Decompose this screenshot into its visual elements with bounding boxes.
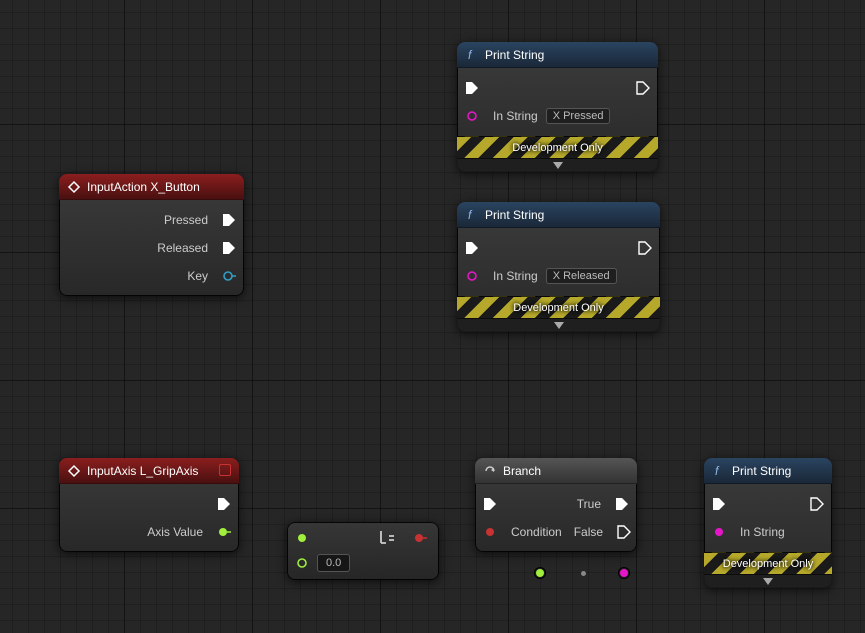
- node-print-string-2[interactable]: f Print String In String X Released Deve…: [457, 202, 660, 332]
- function-icon: f: [712, 464, 726, 478]
- exec-out-pin[interactable]: [222, 241, 236, 255]
- node-header[interactable]: f Print String: [457, 202, 660, 228]
- branch-icon: [483, 464, 497, 478]
- data-in-pin[interactable]: [295, 531, 309, 545]
- event-icon: [67, 464, 81, 478]
- node-print-string-3[interactable]: f Print String In String Development Onl…: [704, 458, 832, 588]
- node-header[interactable]: InputAction X_Button: [59, 174, 244, 200]
- pin-label-in-string: In String: [487, 109, 544, 123]
- pin-label-pressed: Pressed: [158, 213, 214, 227]
- exec-out-pin[interactable]: [638, 241, 652, 255]
- operator-icon: [379, 530, 395, 547]
- pin-label-true: True: [571, 497, 607, 511]
- event-icon: [67, 180, 81, 194]
- reroute-string[interactable]: [618, 567, 630, 579]
- exec-in-pin[interactable]: [465, 241, 479, 255]
- data-in-pin[interactable]: [295, 556, 309, 570]
- node-header[interactable]: f Print String: [704, 458, 832, 484]
- node-print-string-1[interactable]: f Print String In String X Pressed Devel…: [457, 42, 658, 172]
- data-out-pin[interactable]: [217, 525, 231, 539]
- data-out-pin[interactable]: [222, 269, 236, 283]
- node-title: Print String: [732, 464, 791, 478]
- data-in-pin[interactable]: [465, 269, 479, 283]
- exec-in-pin[interactable]: [712, 497, 726, 511]
- node-title: InputAction X_Button: [87, 180, 200, 194]
- node-header[interactable]: InputAxis L_GripAxis: [59, 458, 239, 484]
- in-string-input[interactable]: X Released: [546, 268, 617, 284]
- node-header[interactable]: Branch: [475, 458, 637, 484]
- dev-only-banner: Development Only: [457, 136, 658, 158]
- node-header[interactable]: f Print String: [457, 42, 658, 68]
- exec-out-pin[interactable]: [217, 497, 231, 511]
- dev-only-banner: Development Only: [704, 552, 832, 574]
- node-float-compare[interactable]: 0.0: [287, 522, 439, 580]
- delegate-pin[interactable]: [219, 464, 231, 476]
- exec-out-pin[interactable]: [636, 81, 650, 95]
- data-in-pin[interactable]: [712, 525, 726, 539]
- reroute-float[interactable]: [534, 567, 546, 579]
- node-title: Print String: [485, 48, 544, 62]
- expand-arrow[interactable]: [457, 318, 660, 332]
- pin-label-key: Key: [181, 269, 214, 283]
- function-icon: f: [465, 48, 479, 62]
- pin-label-false: False: [568, 525, 609, 539]
- conversion-dot: [577, 567, 589, 579]
- node-title: Print String: [485, 208, 544, 222]
- expand-arrow[interactable]: [457, 158, 658, 172]
- svg-text:f: f: [468, 208, 473, 222]
- expand-arrow[interactable]: [704, 574, 832, 588]
- data-in-pin[interactable]: [465, 109, 479, 123]
- node-branch[interactable]: Branch True Condition False: [475, 458, 637, 552]
- data-out-pin[interactable]: [413, 531, 427, 545]
- exec-out-pin[interactable]: [615, 497, 629, 511]
- svg-text:f: f: [715, 464, 720, 478]
- exec-out-pin[interactable]: [810, 497, 824, 511]
- pin-label-in-string: In String: [487, 269, 544, 283]
- node-input-action-x-button[interactable]: InputAction X_Button Pressed Released Ke…: [59, 174, 244, 296]
- dev-only-banner: Development Only: [457, 296, 660, 318]
- svg-text:f: f: [468, 48, 473, 62]
- exec-in-pin[interactable]: [483, 497, 497, 511]
- data-in-pin[interactable]: [483, 525, 497, 539]
- node-input-axis-l-gripaxis[interactable]: InputAxis L_GripAxis Axis Value: [59, 458, 239, 552]
- function-icon: f: [465, 208, 479, 222]
- pin-label-released: Released: [151, 241, 214, 255]
- exec-out-pin[interactable]: [222, 213, 236, 227]
- float-default-input[interactable]: 0.0: [317, 554, 350, 572]
- pin-label-condition: Condition: [505, 525, 568, 539]
- exec-out-pin[interactable]: [617, 525, 631, 539]
- pin-label-axis-value: Axis Value: [141, 525, 209, 539]
- exec-in-pin[interactable]: [465, 81, 479, 95]
- node-title: Branch: [503, 464, 541, 478]
- node-title: InputAxis L_GripAxis: [87, 464, 198, 478]
- in-string-input[interactable]: X Pressed: [546, 108, 611, 124]
- pin-label-in-string: In String: [734, 525, 791, 539]
